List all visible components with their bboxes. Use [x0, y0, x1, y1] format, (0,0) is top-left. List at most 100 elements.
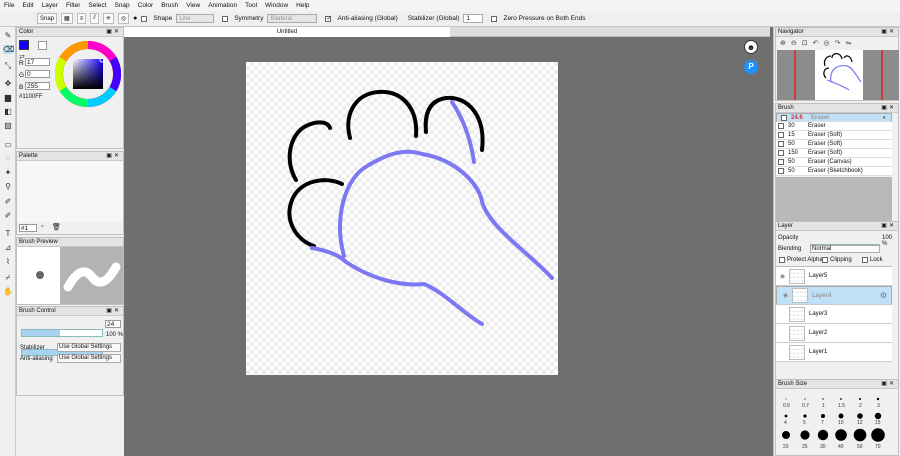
transform-tool-icon[interactable]: ⤡	[3, 61, 13, 70]
r-input[interactable]: 17	[25, 58, 50, 66]
move-tool-icon[interactable]: ✥	[3, 79, 13, 88]
menu-brush[interactable]: Brush	[161, 2, 178, 9]
palette-new-icon[interactable]: ▫	[41, 223, 43, 230]
palette-index-select[interactable]: #1	[19, 224, 37, 232]
rotate-left-icon[interactable]: ↶	[813, 40, 824, 47]
layer-settings-gear-icon[interactable]: ⚙	[880, 291, 887, 300]
brush-item[interactable]: 150 Eraser (Soft)	[776, 149, 892, 158]
eyedropper-icon[interactable]: ⌿	[3, 273, 13, 282]
visibility-icon[interactable]: ◉	[776, 273, 789, 280]
eraser-tool-icon[interactable]: ⌫	[3, 45, 14, 54]
primary-color-swatch[interactable]	[19, 40, 29, 50]
menu-window[interactable]: Window	[265, 2, 288, 9]
brush-item-checkbox[interactable]	[778, 168, 784, 174]
menu-help[interactable]: Help	[296, 2, 309, 9]
menu-file[interactable]: File	[4, 2, 14, 9]
avatar-icon[interactable]: ☻	[744, 40, 758, 54]
fill-bucket-icon[interactable]: ▨	[3, 121, 13, 130]
snap-dot-icon[interactable]: ●	[133, 15, 137, 22]
menu-filter[interactable]: Filter	[66, 2, 80, 9]
brush-item-checkbox[interactable]	[778, 150, 784, 156]
menu-snap[interactable]: Snap	[114, 2, 129, 9]
layer-row[interactable]: Layer1	[776, 343, 892, 362]
magic-wand-icon[interactable]: ✦	[3, 168, 13, 177]
hand-tool-icon[interactable]: ✋	[3, 287, 13, 296]
palette-swatch-area[interactable]	[17, 161, 123, 222]
brush-item[interactable]: 50 Eraser (Soft)	[776, 140, 892, 149]
brush-size-slider[interactable]	[21, 329, 103, 337]
menu-view[interactable]: View	[186, 2, 200, 9]
rotate-reset-icon[interactable]: ◎	[824, 40, 835, 47]
b-input[interactable]: 255	[25, 82, 50, 90]
shape-checkbox[interactable]	[141, 15, 148, 22]
brush-item-checkbox[interactable]	[778, 141, 784, 147]
pen-tool-icon[interactable]: ✎	[3, 31, 13, 40]
zoom-fit-icon[interactable]: ⊡	[802, 40, 813, 47]
text-tool-icon[interactable]: T	[3, 229, 13, 238]
zoom-out-icon[interactable]: ⊖	[791, 40, 802, 47]
menu-color[interactable]: Color	[138, 2, 154, 9]
document-tab[interactable]: Untitled	[124, 27, 450, 37]
zero-pressure-checkbox[interactable]	[491, 15, 498, 22]
snap-circle-icon[interactable]: ◎	[117, 13, 130, 24]
protect-alpha-checkbox[interactable]	[779, 257, 785, 263]
brush-tool-icon[interactable]: ⌇	[3, 257, 13, 266]
lasso-select-icon[interactable]: ◌	[3, 154, 13, 163]
snap-parallel-icon[interactable]: ⫽	[90, 13, 99, 24]
stabilizer-select-left[interactable]: Use Global Settings	[57, 343, 121, 352]
rect-select-icon[interactable]: ▭	[3, 140, 13, 149]
menu-animation[interactable]: Animation	[208, 2, 237, 9]
select-pen-icon[interactable]: ✐	[3, 197, 13, 206]
brush-item-checkbox[interactable]	[778, 132, 784, 138]
menu-edit[interactable]: Edit	[22, 2, 33, 9]
brush-item[interactable]: 30 Eraser	[776, 122, 892, 131]
layer-row[interactable]: ◉ Layer5	[776, 267, 892, 286]
brush-item-checkbox[interactable]	[781, 114, 787, 121]
fill-tool-icon[interactable]: ▆	[3, 93, 13, 102]
blending-select[interactable]: Normal	[810, 245, 880, 253]
layer-row[interactable]: Layer2	[776, 324, 892, 343]
menu-layer[interactable]: Layer	[42, 2, 58, 9]
drawing-canvas[interactable]	[246, 62, 558, 375]
divide-tool-icon[interactable]: ⊿	[3, 243, 13, 252]
menu-tool[interactable]: Tool	[245, 2, 257, 9]
menu-select[interactable]: Select	[88, 2, 106, 9]
brush-item[interactable]: 15 Eraser (Soft)	[776, 131, 892, 140]
snap-radial-icon[interactable]: ✳	[102, 13, 114, 24]
flip-icon[interactable]: ⇋	[845, 40, 856, 47]
layer-row[interactable]: ◉ Layer4 ⚙	[776, 286, 892, 305]
gradient-tool-icon[interactable]: ◧	[3, 107, 13, 116]
share-p-icon[interactable]: P	[744, 60, 758, 74]
symmetry-checkbox[interactable]	[222, 15, 229, 22]
shape-select[interactable]: Line	[176, 14, 215, 23]
zoom-in-icon[interactable]: ⊕	[780, 40, 791, 47]
visibility-icon[interactable]: ◉	[779, 292, 792, 299]
brush-item[interactable]: 24.6 Eraser ●	[776, 113, 892, 122]
navigator-thumbnail[interactable]	[777, 50, 899, 100]
brush-item[interactable]: 50 Eraser (Sketchbook)	[776, 167, 892, 176]
clipping-checkbox[interactable]	[822, 257, 828, 263]
zoom-icon[interactable]: ⚲	[3, 182, 13, 191]
palette-delete-icon[interactable]: 🗑	[52, 223, 61, 231]
snap-lines-icon[interactable]: ≡	[76, 13, 87, 24]
toolbar: Snap ▦ ≡ ⫽ ✳ ◎ ● Shape Line Symmetry Bil…	[0, 11, 900, 27]
snap-grid-icon[interactable]: ▦	[61, 13, 73, 24]
antialias-select-left[interactable]: Use Global Settings	[57, 354, 121, 363]
brush-size-input[interactable]: 24	[105, 320, 121, 328]
lock-checkbox[interactable]	[862, 257, 868, 263]
brush-settings-icon[interactable]: ●	[882, 115, 886, 121]
antialias-label: Anti-aliasing (Global)	[337, 15, 398, 22]
brush-item-checkbox[interactable]	[778, 123, 784, 129]
stabilizer-select[interactable]: 1	[463, 14, 484, 23]
brush-item-checkbox[interactable]	[778, 159, 784, 165]
g-input[interactable]: 0	[25, 70, 50, 78]
antialias-checkbox[interactable]: ✓	[325, 15, 331, 22]
secondary-color-swatch[interactable]	[38, 41, 47, 50]
color-wheel[interactable]	[55, 41, 121, 107]
select-eraser-icon[interactable]: ✐	[3, 211, 13, 220]
rotate-right-icon[interactable]: ↷	[835, 40, 846, 47]
symmetry-select[interactable]: Bilateral	[267, 14, 318, 23]
snap-button[interactable]: Snap	[37, 13, 58, 24]
brush-item[interactable]: 50 Eraser (Canvas)	[776, 158, 892, 167]
layer-row[interactable]: Layer3	[776, 305, 892, 324]
